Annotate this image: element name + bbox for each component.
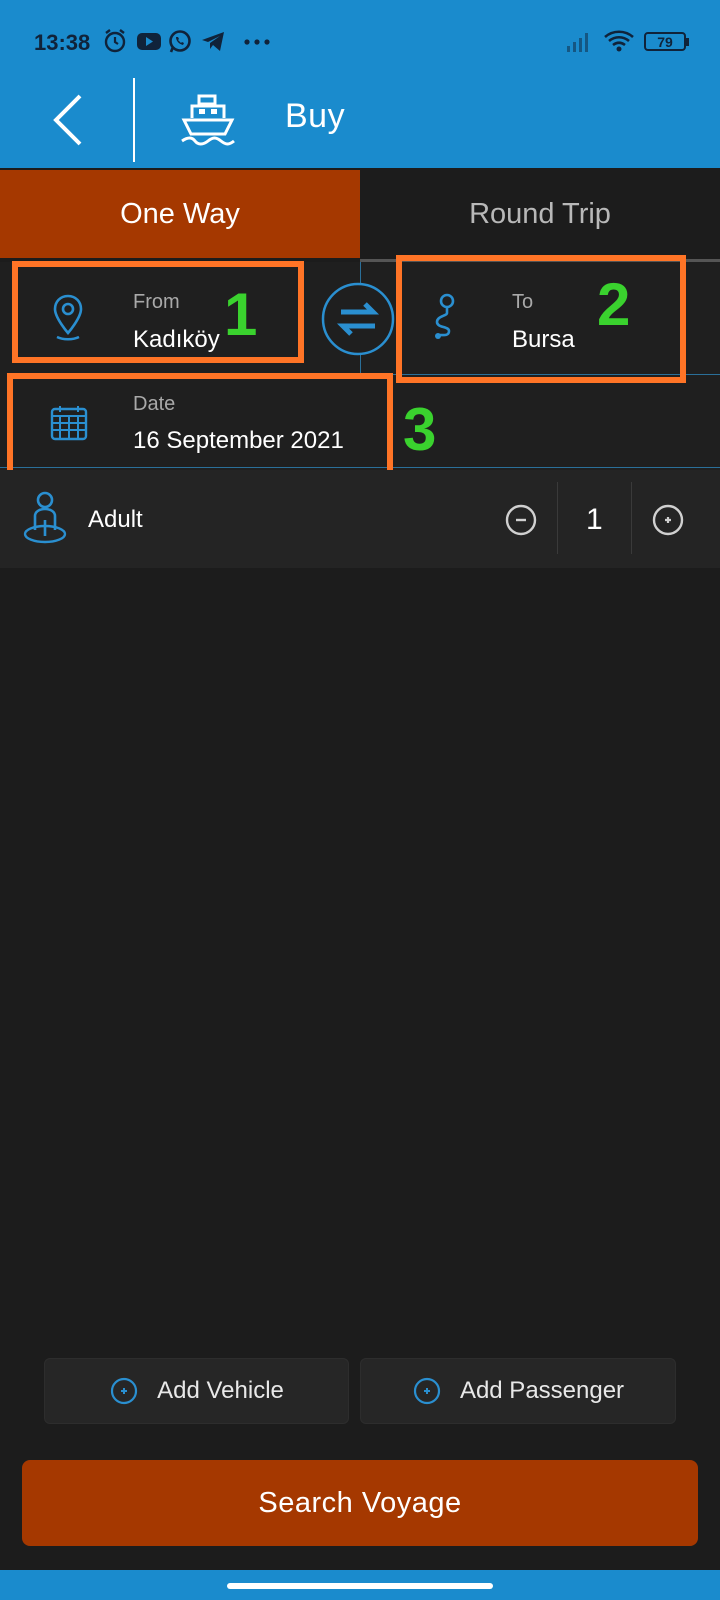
wifi-icon	[604, 30, 634, 52]
swap-arrows-icon[interactable]	[321, 282, 395, 356]
annotation-number-3: 3	[403, 396, 437, 463]
person-icon	[23, 491, 67, 544]
youtube-icon	[137, 33, 161, 50]
counter-divider	[557, 482, 558, 554]
tab-round-trip[interactable]: Round Trip	[360, 170, 720, 258]
whatsapp-icon	[169, 30, 191, 53]
battery-tip	[686, 38, 689, 46]
add-passenger-label: Add Passenger	[459, 1377, 625, 1404]
add-vehicle-button[interactable]: Add Vehicle	[44, 1358, 349, 1424]
battery-icon: 79	[644, 32, 686, 51]
home-gesture-handle[interactable]	[227, 1583, 493, 1589]
plus-circle-icon	[111, 1377, 138, 1405]
signal-icon	[567, 33, 588, 52]
search-voyage-button[interactable]: Search Voyage	[22, 1460, 698, 1546]
annotation-number-1: 1	[224, 281, 258, 348]
minus-circle-icon[interactable]	[504, 503, 538, 537]
battery-level: 79	[657, 33, 673, 50]
back-arrow-icon[interactable]	[48, 92, 88, 148]
counter-divider	[631, 482, 632, 554]
annotation-number-2: 2	[597, 271, 631, 338]
plus-circle-icon	[413, 1377, 441, 1405]
telegram-icon	[202, 32, 224, 51]
annotation-box-3	[7, 373, 393, 479]
passenger-type-label: Adult	[88, 506, 143, 533]
plus-circle-icon[interactable]	[651, 503, 685, 537]
app-bar-divider	[133, 78, 135, 162]
page-title: Buy	[285, 97, 346, 135]
more-dots-icon	[244, 39, 270, 45]
annotation-box-2	[396, 255, 686, 383]
alarm-icon	[104, 29, 126, 53]
add-vehicle-label: Add Vehicle	[157, 1377, 284, 1404]
app-bar	[0, 80, 720, 168]
status-time: 13:38	[34, 30, 91, 55]
tab-one-way[interactable]: One Way	[0, 170, 360, 258]
passenger-count: 1	[586, 503, 603, 536]
ship-icon	[181, 94, 235, 146]
add-passenger-button[interactable]: Add Passenger	[360, 1358, 676, 1424]
annotation-box-1	[12, 261, 304, 363]
